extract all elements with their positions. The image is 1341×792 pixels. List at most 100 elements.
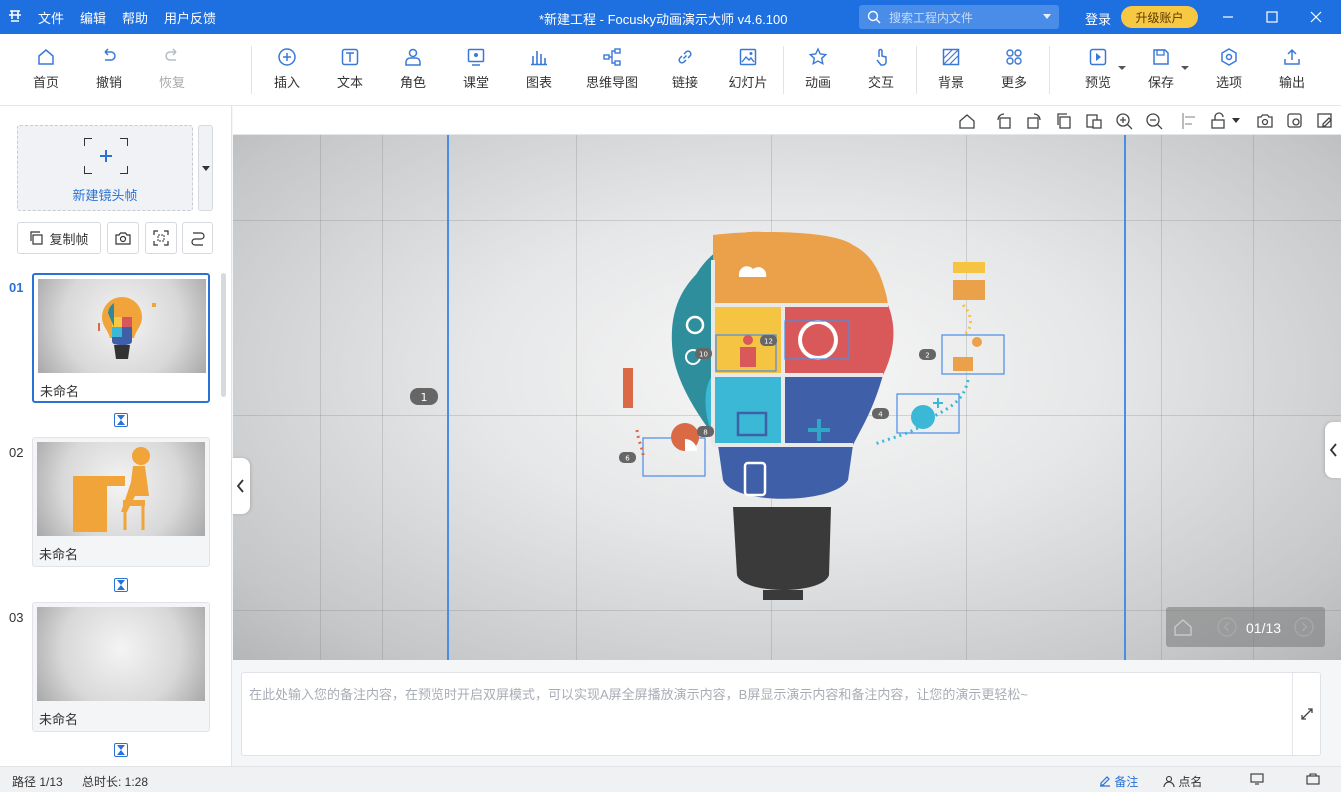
- save-dropdown-icon[interactable]: [1181, 66, 1189, 70]
- paste-icon[interactable]: [1085, 112, 1103, 130]
- export-button[interactable]: 输出: [1264, 46, 1320, 91]
- rotate-left-icon[interactable]: [995, 112, 1013, 130]
- path-marker-6[interactable]: 6: [619, 452, 636, 463]
- svg-text:2: 2: [925, 352, 929, 360]
- preview-dropdown-icon[interactable]: [1118, 66, 1126, 70]
- link-icon: [657, 46, 713, 68]
- lock-icon[interactable]: [1210, 112, 1228, 130]
- more-label: 更多: [1000, 75, 1027, 90]
- slide-button[interactable]: 幻灯片: [720, 46, 776, 91]
- notes-textarea[interactable]: 在此处输入您的备注内容，在预览时开启双屏模式，可以实现A屏全屏播放演示内容，B屏…: [241, 672, 1321, 756]
- slide-name: 未命名: [39, 712, 79, 727]
- status-bar: 路径 1/13 总时长: 1:28 备注 点名: [0, 766, 1341, 792]
- svg-text:6: 6: [625, 455, 630, 463]
- chevron-down-icon[interactable]: [1043, 14, 1051, 19]
- plus-circle-icon: [259, 46, 315, 68]
- close-icon[interactable]: [1296, 0, 1336, 34]
- frames-scrollbar[interactable]: [221, 273, 226, 397]
- transition-icon[interactable]: [114, 743, 128, 757]
- interact-button[interactable]: 交互: [853, 46, 909, 91]
- path-marker-2[interactable]: 2: [919, 349, 936, 360]
- path-order-button[interactable]: [182, 222, 213, 254]
- mindmap-button[interactable]: 思维导图: [584, 46, 640, 91]
- redo-button[interactable]: 恢复: [144, 46, 200, 91]
- menu-file[interactable]: 文件: [38, 8, 64, 27]
- slide-thumbnail-1[interactable]: 未命名: [32, 273, 210, 403]
- menu-help[interactable]: 帮助: [122, 8, 148, 27]
- path-marker-10[interactable]: 10: [695, 348, 712, 359]
- lock-dropdown-icon[interactable]: [1232, 118, 1240, 123]
- path-marker-8[interactable]: 8: [697, 426, 714, 437]
- more-button[interactable]: 更多: [986, 46, 1042, 91]
- mindmap-label: 思维导图: [585, 75, 638, 90]
- window-mode-icon[interactable]: [1306, 773, 1320, 788]
- role-button[interactable]: 角色: [385, 46, 441, 91]
- fit-frame-button[interactable]: [145, 222, 177, 254]
- collapse-panel-button[interactable]: [232, 458, 250, 514]
- path-status: 路径 1/13: [12, 775, 63, 789]
- next-frame-icon[interactable]: [1294, 617, 1314, 637]
- slide-thumbnail-2[interactable]: 未命名: [32, 437, 210, 567]
- toolbar-divider: [1049, 46, 1050, 94]
- menu-edit[interactable]: 编辑: [80, 8, 106, 27]
- insert-button[interactable]: 插入: [259, 46, 315, 91]
- search-input[interactable]: 搜索工程内文件: [859, 5, 1059, 29]
- notes-toggle[interactable]: 备注: [1099, 773, 1138, 790]
- chart-button[interactable]: 图表: [511, 46, 567, 91]
- frames-panel: 新建镜头帧 复制帧 01 未命名 02 未命名 03 未命名: [0, 106, 232, 766]
- path-marker-1[interactable]: 1: [410, 388, 438, 405]
- upgrade-button[interactable]: 升级账户: [1121, 6, 1198, 28]
- search-placeholder: 搜索工程内文件: [889, 10, 974, 25]
- copy-frame-button[interactable]: 复制帧: [17, 222, 101, 254]
- edit-icon[interactable]: [1316, 112, 1334, 130]
- new-frame-dropdown[interactable]: [198, 125, 213, 211]
- main-toolbar: 首页 撤销 恢复 插入 文本 角色 课堂 图表 思维导图 链接 幻灯片 动画 交…: [0, 34, 1341, 106]
- zoom-in-icon[interactable]: [1115, 112, 1133, 130]
- edit-note-icon: [1100, 776, 1110, 787]
- screen-icon[interactable]: [1250, 773, 1264, 788]
- new-frame-button[interactable]: 新建镜头帧: [17, 125, 193, 211]
- copy-icon[interactable]: [1055, 112, 1073, 130]
- camera-button[interactable]: [107, 222, 139, 254]
- undo-button[interactable]: 撤销: [81, 46, 137, 91]
- login-link[interactable]: 登录: [1085, 9, 1111, 28]
- expand-notes-button[interactable]: [1292, 673, 1320, 755]
- link-button[interactable]: 链接: [657, 46, 713, 91]
- animation-label: 动画: [804, 75, 831, 90]
- options-button[interactable]: 选项: [1201, 46, 1257, 91]
- slide-number: 03: [9, 610, 24, 625]
- star-icon: [790, 46, 846, 68]
- home-view-icon[interactable]: [958, 112, 976, 130]
- slide-thumbnail-3[interactable]: 未命名: [32, 602, 210, 732]
- settings-icon[interactable]: [1286, 112, 1304, 130]
- path-marker-4[interactable]: 4: [872, 408, 889, 419]
- rotate-right-icon[interactable]: [1025, 112, 1043, 130]
- minimize-icon[interactable]: [1208, 0, 1248, 34]
- path-marker-12[interactable]: 12: [760, 335, 777, 346]
- screenshot-icon[interactable]: [1256, 112, 1274, 130]
- menu-feedback[interactable]: 用户反馈: [164, 8, 216, 27]
- class-label: 课堂: [462, 75, 489, 90]
- rollcall-button[interactable]: 点名: [1163, 773, 1202, 790]
- align-icon[interactable]: [1181, 112, 1199, 130]
- text-button[interactable]: 文本: [322, 46, 378, 91]
- transition-icon[interactable]: [114, 578, 128, 592]
- expand-right-panel-button[interactable]: [1325, 422, 1341, 478]
- copy-frame-label: 复制帧: [49, 231, 89, 247]
- background-button[interactable]: 背景: [923, 46, 979, 91]
- maximize-icon[interactable]: [1252, 0, 1292, 34]
- lightbulb-infographic[interactable]: 1 2 4 6 8 10 12: [233, 135, 1341, 660]
- prev-frame-icon[interactable]: [1217, 617, 1237, 637]
- transition-icon[interactable]: [114, 413, 128, 427]
- animation-button[interactable]: 动画: [790, 46, 846, 91]
- app-logo-icon[interactable]: [0, 9, 30, 26]
- frame-fit-icon: [153, 230, 169, 246]
- zoom-out-icon[interactable]: [1145, 112, 1163, 130]
- rollcall-label: 点名: [1178, 775, 1203, 789]
- canvas-stage[interactable]: 1 2 4 6 8 10 12: [233, 135, 1341, 660]
- class-button[interactable]: 课堂: [448, 46, 504, 91]
- home-label: 首页: [32, 75, 59, 90]
- home-icon[interactable]: [1173, 617, 1193, 637]
- home-button[interactable]: 首页: [18, 46, 74, 91]
- menu-bar: 文件 编辑 帮助 用户反馈: [38, 8, 216, 27]
